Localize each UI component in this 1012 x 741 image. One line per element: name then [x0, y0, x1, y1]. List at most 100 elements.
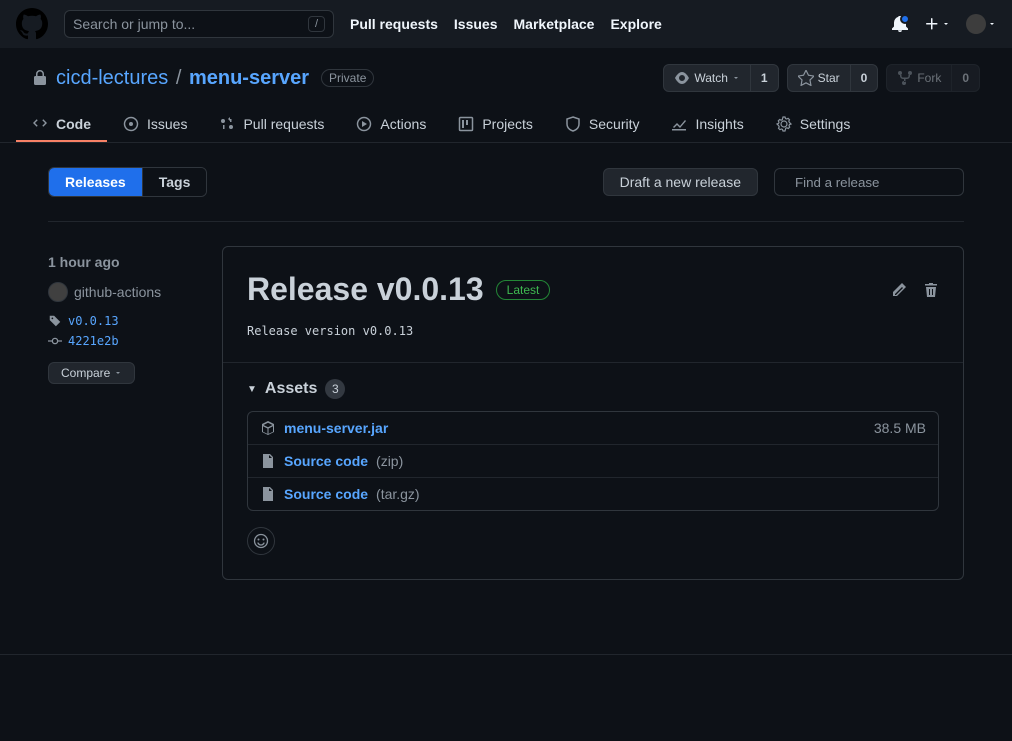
divider: [0, 654, 1012, 655]
search-input[interactable]: [73, 16, 308, 32]
tag-icon: [48, 314, 62, 328]
user-menu[interactable]: [966, 14, 996, 34]
plus-icon: [924, 16, 940, 32]
latest-badge: Latest: [496, 280, 551, 300]
star-button[interactable]: Star 0: [787, 64, 879, 92]
graph-icon: [671, 116, 687, 132]
tab-tags[interactable]: Tags: [142, 168, 207, 196]
asset-row[interactable]: Source code (zip): [248, 444, 938, 477]
visibility-badge: Private: [321, 69, 374, 87]
tab-security[interactable]: Security: [549, 108, 656, 142]
play-icon: [356, 116, 372, 132]
assets-list: menu-server.jar 38.5 MB Source code (zip…: [247, 411, 939, 511]
draft-release-button[interactable]: Draft a new release: [603, 168, 758, 196]
release-card: Release v0.0.13 Latest Release version v…: [222, 246, 964, 580]
lock-icon: [32, 70, 48, 86]
fork-label: Fork: [917, 71, 941, 85]
caret-down-icon: [988, 20, 996, 28]
notification-indicator: [900, 14, 910, 24]
create-new-dropdown[interactable]: [924, 16, 950, 32]
edit-release-button[interactable]: [891, 282, 907, 298]
package-icon: [260, 420, 276, 436]
release-time: 1 hour ago: [48, 254, 198, 270]
release-description: Release version v0.0.13: [247, 324, 939, 338]
smiley-icon: [253, 533, 269, 549]
asset-row[interactable]: Source code (tar.gz): [248, 477, 938, 510]
repo-owner-link[interactable]: cicd-lectures: [56, 67, 168, 89]
nav-marketplace[interactable]: Marketplace: [514, 16, 595, 32]
assets-count: 3: [325, 379, 345, 399]
asset-size: 38.5 MB: [874, 420, 926, 436]
avatar: [48, 282, 68, 302]
trash-icon: [923, 282, 939, 298]
star-icon: [798, 70, 814, 86]
releases-subnav: Releases Tags Draft a new release: [48, 167, 964, 197]
avatar: [966, 14, 986, 34]
github-logo[interactable]: [16, 8, 48, 40]
release-sidebar: 1 hour ago github-actions v0.0.13 4221e2…: [48, 246, 198, 580]
divider: [223, 362, 963, 363]
code-icon: [32, 116, 48, 132]
global-header: / Pull requests Issues Marketplace Explo…: [0, 0, 1012, 48]
tab-pull-requests[interactable]: Pull requests: [203, 108, 340, 142]
shield-icon: [565, 116, 581, 132]
zip-icon: [260, 486, 276, 502]
commit-icon: [48, 334, 62, 348]
nav-pull-requests[interactable]: Pull requests: [350, 16, 438, 32]
find-release-input[interactable]: [795, 175, 972, 190]
caret-down-icon: [942, 20, 950, 28]
divider: [48, 221, 964, 222]
asset-suffix: (zip): [376, 453, 403, 469]
zip-icon: [260, 453, 276, 469]
issue-icon: [123, 116, 139, 132]
fork-count[interactable]: 0: [951, 65, 979, 91]
notifications-button[interactable]: [892, 16, 908, 32]
tab-actions[interactable]: Actions: [340, 108, 442, 142]
pull-request-icon: [219, 116, 235, 132]
nav-issues[interactable]: Issues: [454, 16, 498, 32]
add-reaction-button[interactable]: [247, 527, 275, 555]
delete-release-button[interactable]: [923, 282, 939, 298]
fork-button[interactable]: Fork 0: [886, 64, 980, 92]
gear-icon: [776, 116, 792, 132]
caret-down-icon: ▼: [247, 384, 257, 395]
nav-explore[interactable]: Explore: [610, 16, 661, 32]
asset-name[interactable]: menu-server.jar: [284, 420, 388, 436]
caret-down-icon: [732, 74, 740, 82]
compare-button[interactable]: Compare: [48, 362, 135, 384]
global-nav: Pull requests Issues Marketplace Explore: [350, 16, 662, 32]
tab-code[interactable]: Code: [16, 108, 107, 142]
tab-releases[interactable]: Releases: [49, 168, 142, 196]
assets-label: Assets: [265, 380, 317, 398]
star-count[interactable]: 0: [850, 65, 878, 91]
pencil-icon: [891, 282, 907, 298]
asset-row[interactable]: menu-server.jar 38.5 MB: [248, 412, 938, 444]
repo-name-link[interactable]: menu-server: [189, 67, 309, 89]
release-title: Release v0.0.13: [247, 271, 484, 308]
author-name: github-actions: [74, 284, 161, 300]
release-author[interactable]: github-actions: [48, 282, 198, 302]
fork-icon: [897, 70, 913, 86]
tab-projects[interactable]: Projects: [442, 108, 549, 142]
find-release-search[interactable]: [774, 168, 964, 196]
asset-name[interactable]: Source code: [284, 453, 368, 469]
repo-title: cicd-lectures / menu-server: [56, 67, 309, 90]
asset-suffix: (tar.gz): [376, 486, 420, 502]
tab-insights[interactable]: Insights: [655, 108, 759, 142]
tab-settings[interactable]: Settings: [760, 108, 867, 142]
star-label: Star: [818, 71, 840, 85]
release-commit[interactable]: 4221e2b: [48, 334, 198, 348]
release-tag[interactable]: v0.0.13: [48, 314, 198, 328]
asset-name[interactable]: Source code: [284, 486, 368, 502]
releases-tags-switch: Releases Tags: [48, 167, 207, 197]
eye-icon: [674, 70, 690, 86]
repo-nav: Code Issues Pull requests Actions Projec…: [0, 108, 1012, 143]
assets-toggle[interactable]: ▼ Assets 3: [247, 379, 939, 399]
watch-count[interactable]: 1: [750, 65, 778, 91]
caret-down-icon: [114, 369, 122, 377]
global-search[interactable]: /: [64, 10, 334, 38]
repo-title-separator: /: [176, 67, 182, 89]
project-icon: [458, 116, 474, 132]
watch-button[interactable]: Watch 1: [663, 64, 778, 92]
tab-issues[interactable]: Issues: [107, 108, 203, 142]
